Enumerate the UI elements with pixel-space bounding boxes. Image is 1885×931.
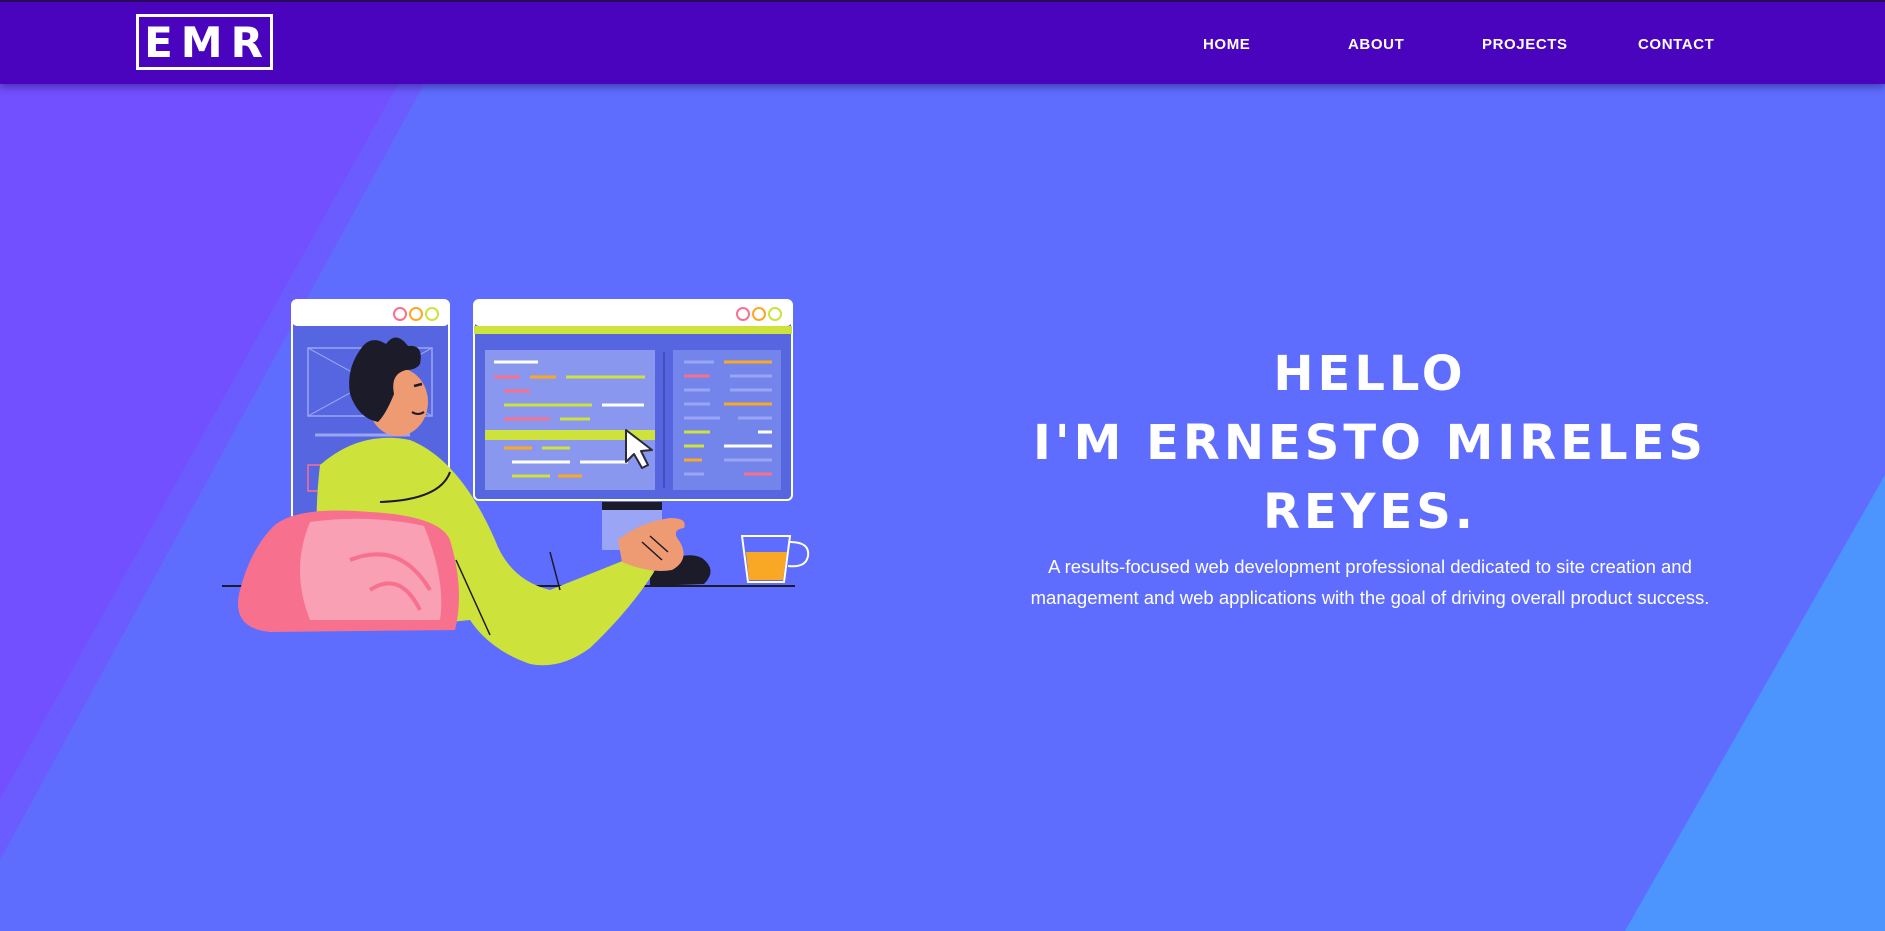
nav-home[interactable]: HOME [1203,36,1250,53]
hero-title: HELLO I'M ERNESTO MIRELES REYES. [990,340,1750,547]
navbar: EMR HOME ABOUT PROJECTS CONTACT [0,0,1885,84]
hero-title-line3: REYES. [1262,484,1478,540]
hero-section: HELLO I'M ERNESTO MIRELES REYES. A resul… [990,340,1750,613]
hero-title-line2: I'M ERNESTO MIRELES [1033,415,1707,471]
hero-description: A results-focused web development profes… [990,551,1750,613]
hero-description-line2: management and web applications with the… [1030,587,1710,608]
developer-at-computer-icon [222,299,810,666]
chair [238,510,459,632]
hero-description-line1: A results-focused web development profes… [1048,556,1692,577]
nav-links: HOME ABOUT PROJECTS CONTACT [0,2,1885,84]
nav-projects[interactable]: PROJECTS [1482,36,1568,53]
nav-contact[interactable]: CONTACT [1638,36,1714,53]
hero-title-line1: HELLO [1273,346,1467,402]
nav-about[interactable]: ABOUT [1348,36,1404,53]
right-window [473,299,793,501]
coffee-cup-icon [740,535,810,583]
